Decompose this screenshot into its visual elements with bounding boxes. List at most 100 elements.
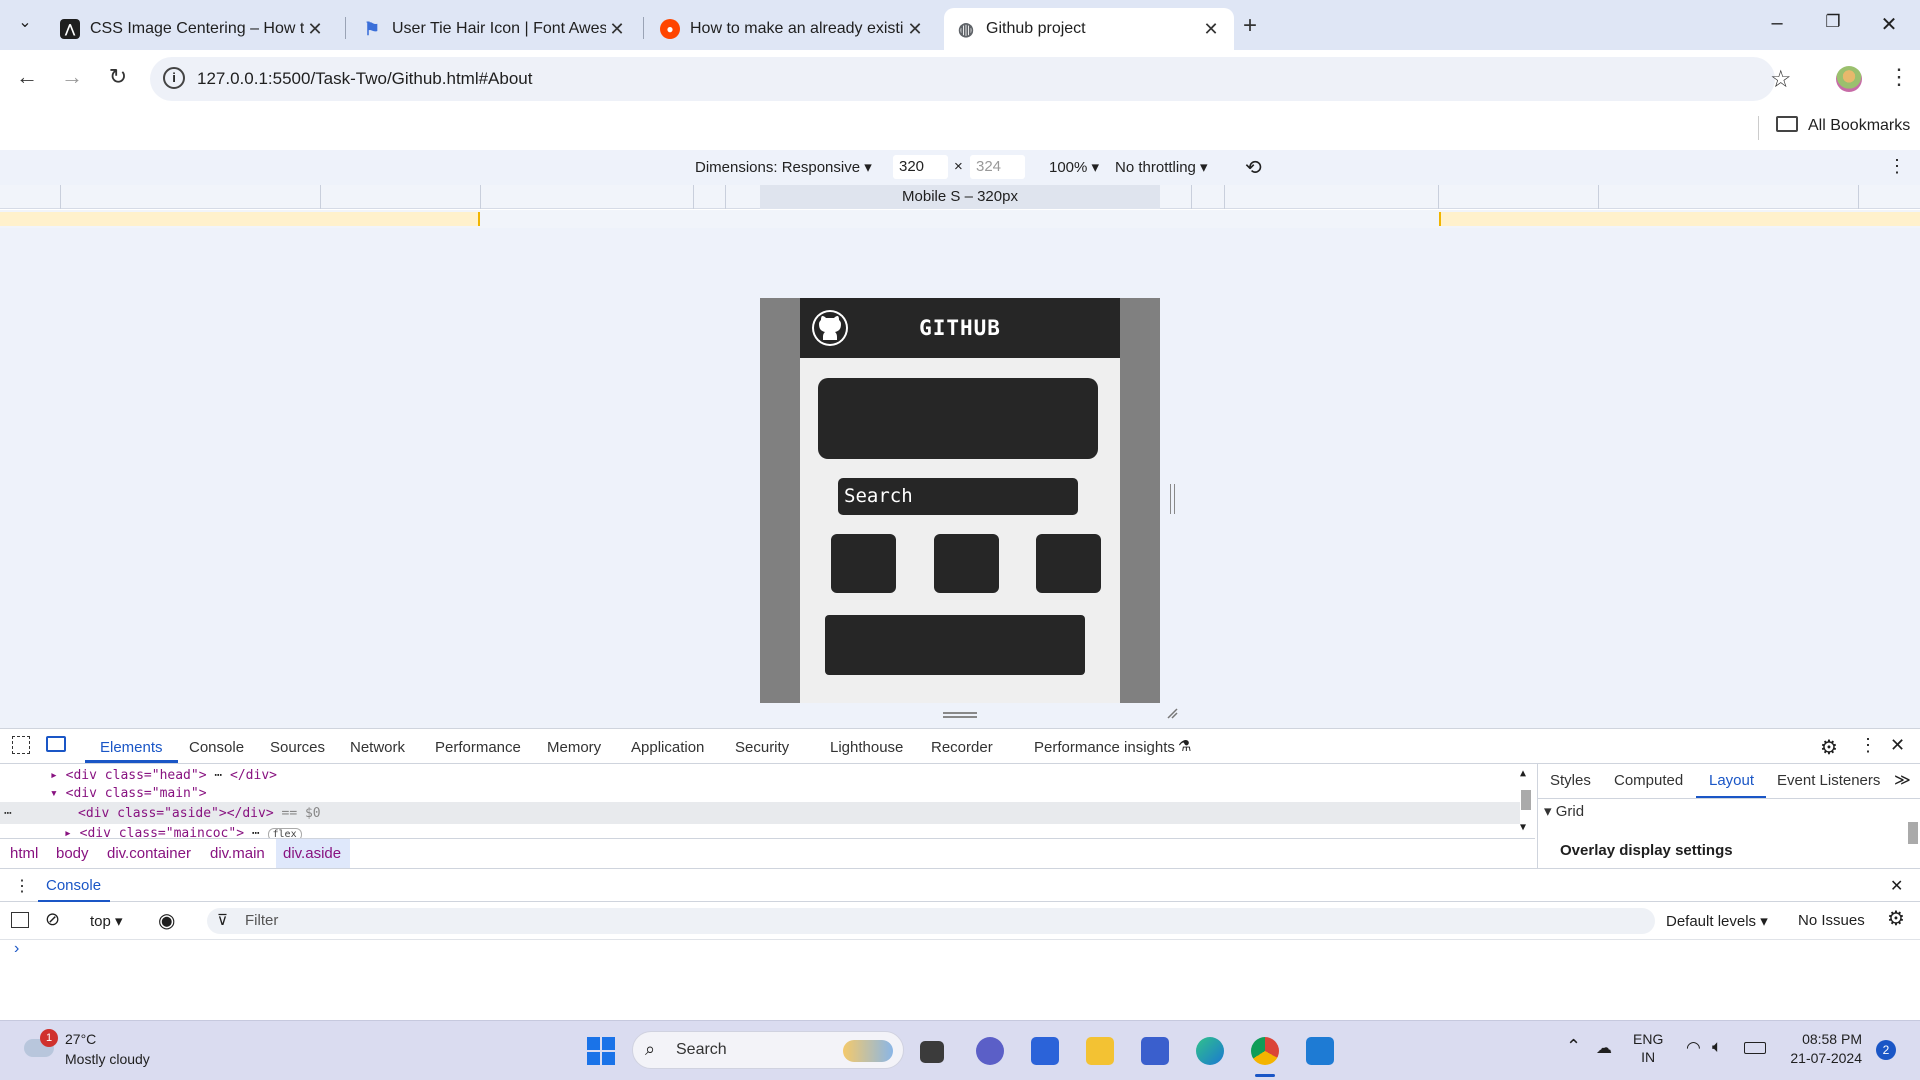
battery-icon[interactable] [1744,1042,1766,1054]
file-explorer-icon[interactable] [1086,1037,1114,1065]
throttling-dropdown[interactable]: No throttling ▾ [1115,158,1208,176]
zoom-dropdown[interactable]: 100% ▾ [1049,158,1099,176]
media-query-label[interactable]: Mobile S – 320px [760,185,1160,209]
wifi-icon[interactable]: ◠ [1686,1038,1701,1058]
crumb-aside[interactable]: div.aside [283,845,341,862]
reload-icon[interactable]: ↻ [103,64,133,90]
minimize-icon[interactable]: – [1762,12,1792,35]
close-devtools-icon[interactable]: ✕ [1890,735,1905,756]
clock[interactable]: 08:58 PM 21-07-2024 [1782,1030,1862,1068]
resize-handle-corner[interactable] [1166,706,1178,719]
device-toolbar-menu-icon[interactable]: ⋮ [1888,156,1906,177]
elements-scrollbar[interactable] [1521,790,1531,810]
notification-badge[interactable]: 2 [1876,1040,1896,1060]
inspect-element-icon[interactable] [12,736,30,754]
forward-icon[interactable]: → [57,64,87,90]
close-tab-icon[interactable]: ✕ [1200,19,1222,40]
restore-icon[interactable]: ❐ [1818,12,1848,32]
crumb-html[interactable]: html [10,845,38,862]
taskbar-search[interactable]: ⌕ Search [632,1031,904,1069]
tab-css-centering[interactable]: ⋀ CSS Image Centering – How to ✕ [48,8,338,50]
tab-performance-insights[interactable]: Performance insights [1034,739,1175,756]
dom-node-maincoc[interactable]: ▸ <div class="maincoc"> ⋯ flex [64,826,302,838]
browser-menu-icon[interactable]: ⋮ [1888,64,1910,90]
dom-node-main[interactable]: ▾ <div class="main"> [50,786,207,801]
store-icon[interactable] [1031,1037,1059,1065]
tab-security[interactable]: Security [735,739,789,756]
flex-badge[interactable]: flex [267,828,302,838]
live-expression-icon[interactable]: ◉ [158,908,175,933]
console-settings-icon[interactable]: ⚙ [1887,906,1905,931]
device-toggle-icon[interactable] [46,736,66,752]
tab-application[interactable]: Application [631,739,704,756]
profile-avatar[interactable] [1836,66,1862,92]
tab-console[interactable]: Console [189,739,244,756]
dom-node-aside[interactable]: <div class="aside"></div> == $0 [78,806,321,821]
width-input[interactable]: 320 [893,155,948,179]
tab-memory[interactable]: Memory [547,739,601,756]
height-input[interactable]: 324 [970,155,1025,179]
grid-section-toggle[interactable]: ▾ Grid [1544,802,1584,820]
tab-search-button[interactable]: ⌄ [10,12,40,40]
close-tab-icon[interactable]: ✕ [304,19,326,40]
rotate-icon[interactable]: ⟲ [1245,155,1262,180]
snipping-tool-icon[interactable] [1141,1037,1169,1065]
vscode-icon[interactable] [1306,1037,1334,1065]
tab-github-project[interactable]: ◍ Github project ✕ [944,8,1234,50]
tab-computed[interactable]: Computed [1614,772,1683,789]
bookmark-star-icon[interactable]: ☆ [1770,65,1792,94]
settings-icon[interactable]: ⚙ [1820,735,1838,760]
search-box[interactable]: Search [838,478,1078,515]
language-indicator[interactable]: ENG IN [1633,1030,1663,1066]
close-tab-icon[interactable]: ✕ [606,19,628,40]
task-view-icon[interactable] [920,1041,944,1063]
more-tabs-icon[interactable]: ≫ [1894,770,1911,790]
console-output[interactable]: › [0,940,1920,1020]
address-bar[interactable]: i 127.0.0.1:5500/Task-Two/Github.html#Ab… [150,57,1792,101]
site-info-icon[interactable]: i [163,67,185,89]
ellipsis-icon[interactable]: ⋯ [4,806,12,821]
tab-sources[interactable]: Sources [270,739,325,756]
start-icon[interactable] [587,1037,615,1065]
issues-count[interactable]: No Issues [1798,912,1865,929]
scrollbar-up-icon[interactable]: ▲ [1520,768,1526,779]
close-tab-icon[interactable]: ✕ [904,19,926,40]
dom-node-head[interactable]: ▸ <div class="head"> ⋯ </div> [50,768,277,783]
devtools-menu-icon[interactable]: ⋮ [1859,735,1877,756]
tab-elements[interactable]: Elements [100,739,163,756]
tab-console-drawer[interactable]: Console [46,877,101,894]
tab-reddit[interactable]: ● How to make an already existin ✕ [648,8,938,50]
tab-recorder[interactable]: Recorder [931,739,993,756]
sidebar-toggle-icon[interactable] [11,912,29,928]
chat-icon[interactable] [976,1037,1004,1065]
edge-icon[interactable] [1196,1037,1224,1065]
tab-performance[interactable]: Performance [435,739,521,756]
dimensions-dropdown[interactable]: Dimensions: Responsive ▾ [695,158,872,176]
tab-network[interactable]: Network [350,739,405,756]
crumb-container[interactable]: div.container [107,845,191,862]
log-levels-dropdown[interactable]: Default levels ▾ [1666,912,1768,930]
close-drawer-icon[interactable]: ✕ [1890,876,1903,896]
close-window-icon[interactable]: ✕ [1874,12,1904,37]
url-text[interactable]: 127.0.0.1:5500/Task-Two/Github.html#Abou… [197,69,532,89]
crumb-main[interactable]: div.main [210,845,265,862]
new-tab-button[interactable]: + [1243,12,1257,40]
tab-styles[interactable]: Styles [1550,772,1591,789]
crumb-body[interactable]: body [56,845,89,862]
back-icon[interactable]: ← [12,64,42,90]
tab-font-awesome[interactable]: ⚑ User Tie Hair Icon | Font Aweso ✕ [350,8,640,50]
weather-widget[interactable]: 1 27°C Mostly cloudy [20,1029,170,1073]
console-filter-input[interactable]: ⊽ Filter [207,908,1655,934]
scrollbar-down-icon[interactable]: ▼ [1520,822,1526,833]
volume-icon[interactable]: 🔈︎ [1712,1037,1722,1057]
all-bookmarks-link[interactable]: All Bookmarks [1808,117,1910,135]
context-dropdown[interactable]: top ▾ [90,912,123,930]
clear-console-icon[interactable]: ⊘ [45,909,60,930]
network-tray-icon[interactable]: ☁ [1596,1038,1612,1058]
tab-lighthouse[interactable]: Lighthouse [830,739,903,756]
chrome-icon[interactable] [1251,1037,1279,1065]
tab-event-listeners[interactable]: Event Listeners [1777,772,1880,789]
show-hidden-icons[interactable]: ⌃ [1566,1036,1581,1057]
sidepane-scrollbar[interactable] [1908,822,1918,844]
drawer-menu-icon[interactable]: ⋮ [14,876,30,896]
